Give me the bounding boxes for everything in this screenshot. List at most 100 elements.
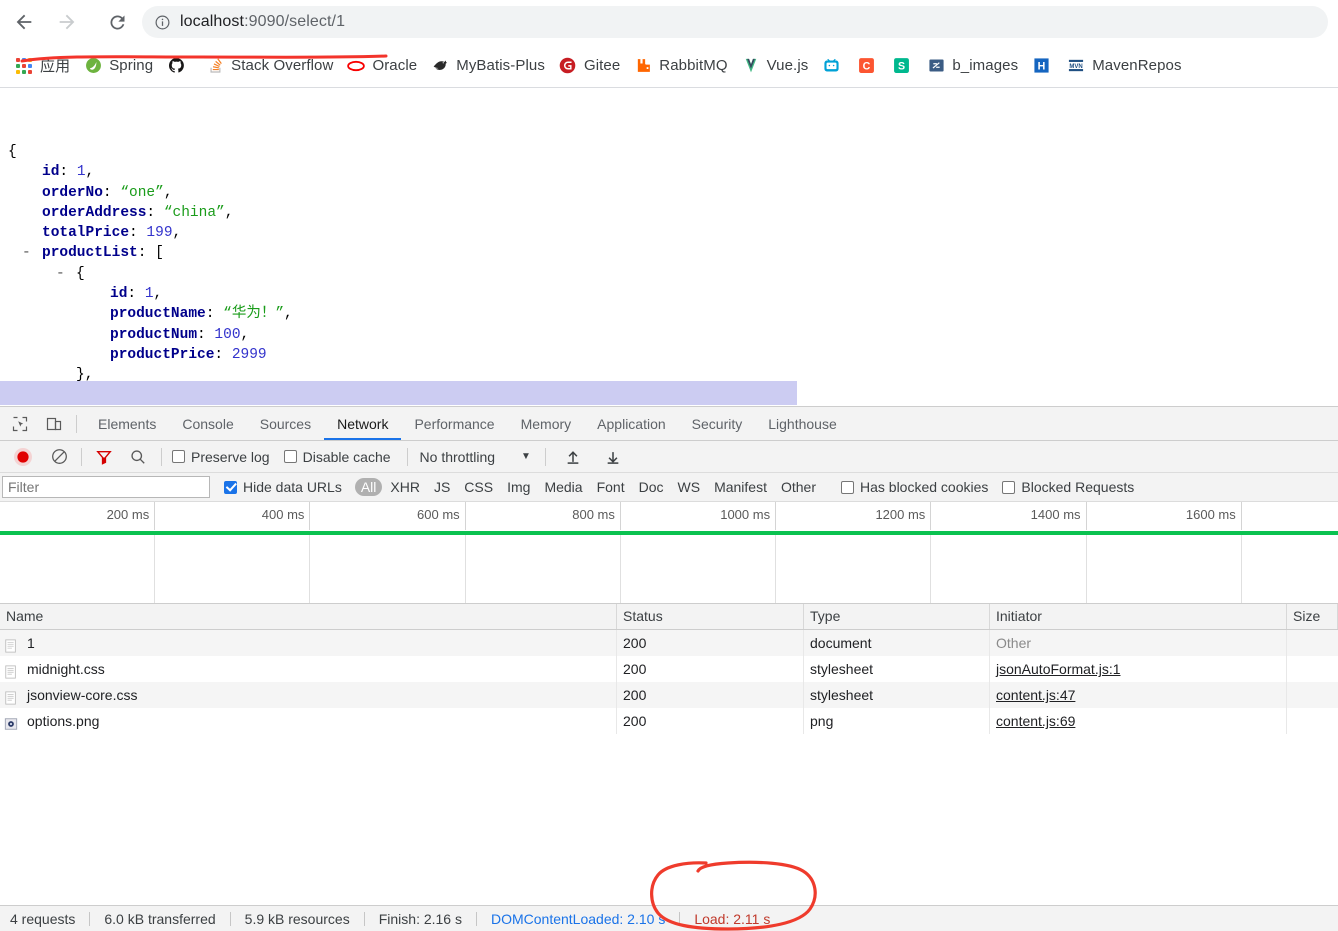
url-path: :9090/select/1: [244, 13, 346, 30]
column-header-status[interactable]: Status: [617, 604, 804, 629]
cell-initiator[interactable]: jsonAutoFormat.js:1: [990, 656, 1287, 682]
initiator-link[interactable]: jsonAutoFormat.js:1: [996, 661, 1121, 677]
search-icon[interactable]: [125, 444, 151, 470]
table-row[interactable]: jsonview-core.css 200 stylesheet content.js…: [0, 682, 1338, 708]
disable-cache-checkbox[interactable]: Disable cache: [283, 449, 391, 465]
cell-name[interactable]: midnight.css: [0, 656, 617, 682]
blocked-requests-checkbox[interactable]: Blocked Requests: [1002, 479, 1134, 495]
bookmark-apps[interactable]: 应用: [10, 52, 77, 80]
filter-input[interactable]: [2, 476, 210, 498]
domcontentloaded-time: DOMContentLoaded: 2.10 s: [490, 910, 666, 927]
bookmark-label: Vue.js: [766, 57, 809, 74]
timeline-tick: 600 ms: [310, 502, 466, 530]
cell-name[interactable]: options.png: [0, 708, 617, 734]
export-har-icon[interactable]: [600, 444, 626, 470]
address-bar-url[interactable]: localhost:9090/select/1: [180, 13, 345, 31]
forward-button[interactable]: [48, 3, 86, 41]
json-line: -{: [0, 264, 293, 284]
text-selection-highlight: [0, 381, 797, 405]
request-name: midnight.css: [27, 661, 105, 677]
throttling-dropdown[interactable]: No throttling ▼: [420, 449, 531, 465]
filter-type-other[interactable]: Other: [775, 478, 822, 496]
json-punc: :: [146, 204, 164, 221]
tab-console[interactable]: Console: [169, 407, 246, 440]
filter-type-css[interactable]: CSS: [458, 478, 499, 496]
has-blocked-cookies-checkbox[interactable]: Has blocked cookies: [841, 479, 988, 495]
bookmark-h[interactable]: H: [1027, 52, 1060, 80]
column-header-name[interactable]: Name: [0, 604, 617, 629]
tab-elements[interactable]: Elements: [85, 407, 169, 440]
initiator-link[interactable]: content.js:69: [996, 713, 1075, 729]
rabbitmq-icon: [634, 57, 652, 75]
bookmark-stack-overflow[interactable]: Stack Overflow: [201, 52, 340, 80]
table-row[interactable]: midnight.css 200 stylesheet jsonAutoFormat.…: [0, 656, 1338, 682]
bookmark-vuejs[interactable]: Vue.js: [737, 52, 816, 80]
filter-type-ws[interactable]: WS: [672, 478, 707, 496]
bookmark-csdn[interactable]: C: [852, 52, 885, 80]
bookmark-oracle[interactable]: Oracle: [342, 52, 424, 80]
hide-data-urls-checkbox[interactable]: Hide data URLs: [224, 479, 342, 495]
image-file-icon: [4, 713, 20, 730]
filter-type-manifest[interactable]: Manifest: [708, 478, 773, 496]
cell-name[interactable]: 1: [0, 630, 617, 656]
json-collapse-toggle[interactable]: -: [22, 243, 31, 263]
column-header-size[interactable]: Size: [1287, 604, 1338, 629]
filter-type-img[interactable]: Img: [501, 478, 536, 496]
bookmark-rabbitmq[interactable]: RabbitMQ: [629, 52, 734, 80]
svg-text:MVN: MVN: [1070, 64, 1083, 70]
json-punc: :: [197, 326, 215, 343]
json-line: - productList: [: [0, 243, 293, 263]
filter-type-doc[interactable]: Doc: [633, 478, 670, 496]
bookmark-gitee[interactable]: Gitee: [554, 52, 627, 80]
bookmark-label: MyBatis-Plus: [456, 57, 545, 74]
json-punc: :: [59, 164, 77, 181]
initiator-link[interactable]: content.js:47: [996, 687, 1075, 703]
address-bar[interactable]: localhost:9090/select/1: [142, 6, 1328, 38]
checkbox-box: [841, 480, 854, 494]
bookmark-mybatis-plus[interactable]: MyBatis-Plus: [426, 52, 552, 80]
json-collapse-toggle[interactable]: -: [56, 264, 65, 284]
cell-initiator[interactable]: content.js:47: [990, 682, 1287, 708]
timeline-gridline: [154, 535, 156, 603]
cell-initiator[interactable]: content.js:69: [990, 708, 1287, 734]
tab-security[interactable]: Security: [679, 407, 756, 440]
tab-performance[interactable]: Performance: [401, 407, 507, 440]
reload-button[interactable]: [98, 3, 136, 41]
tab-sources[interactable]: Sources: [247, 407, 324, 440]
filter-type-xhr[interactable]: XHR: [384, 478, 426, 496]
tab-lighthouse[interactable]: Lighthouse: [755, 407, 850, 440]
tab-network[interactable]: Network: [324, 407, 401, 440]
table-row[interactable]: 1 200 document Other: [0, 630, 1338, 656]
bookmark-segmentfault[interactable]: S: [887, 52, 920, 80]
bookmark-b-images[interactable]: b_images: [922, 52, 1025, 80]
bookmark-spring[interactable]: Spring: [79, 52, 160, 80]
bookmark-github[interactable]: [162, 52, 199, 80]
preserve-log-checkbox[interactable]: Preserve log: [172, 449, 270, 465]
table-row[interactable]: options.png 200 png content.js:69: [0, 708, 1338, 734]
request-name: jsonview-core.css: [27, 687, 138, 703]
cell-size: [1287, 708, 1338, 734]
filter-icon[interactable]: [91, 444, 117, 470]
checkbox-box: [283, 450, 297, 463]
bookmark-bilibili[interactable]: [817, 52, 850, 80]
tab-memory[interactable]: Memory: [508, 407, 585, 440]
filter-type-font[interactable]: Font: [591, 478, 631, 496]
column-header-initiator[interactable]: Initiator: [990, 604, 1287, 629]
inspect-element-icon[interactable]: [6, 410, 34, 438]
clear-button[interactable]: [46, 444, 72, 470]
filter-type-media[interactable]: Media: [538, 478, 588, 496]
import-har-icon[interactable]: [560, 444, 586, 470]
bookmark-maven-repos[interactable]: MVN MavenRepos: [1062, 52, 1188, 80]
column-header-type[interactable]: Type: [804, 604, 990, 629]
filter-type-all[interactable]: All: [354, 478, 383, 496]
filter-type-js[interactable]: JS: [428, 478, 456, 496]
network-overview[interactable]: 200 ms 400 ms 600 ms 800 ms 1000 ms 1200 ms 14…: [0, 502, 1338, 604]
device-toolbar-icon[interactable]: [40, 410, 68, 438]
tab-application[interactable]: Application: [584, 407, 679, 440]
record-button[interactable]: [10, 444, 36, 470]
json-punc: ,: [153, 286, 163, 303]
info-circle-icon[interactable]: [154, 14, 171, 31]
throttling-value: No throttling: [419, 448, 496, 465]
back-button[interactable]: [5, 3, 43, 41]
cell-name[interactable]: jsonview-core.css: [0, 682, 617, 708]
